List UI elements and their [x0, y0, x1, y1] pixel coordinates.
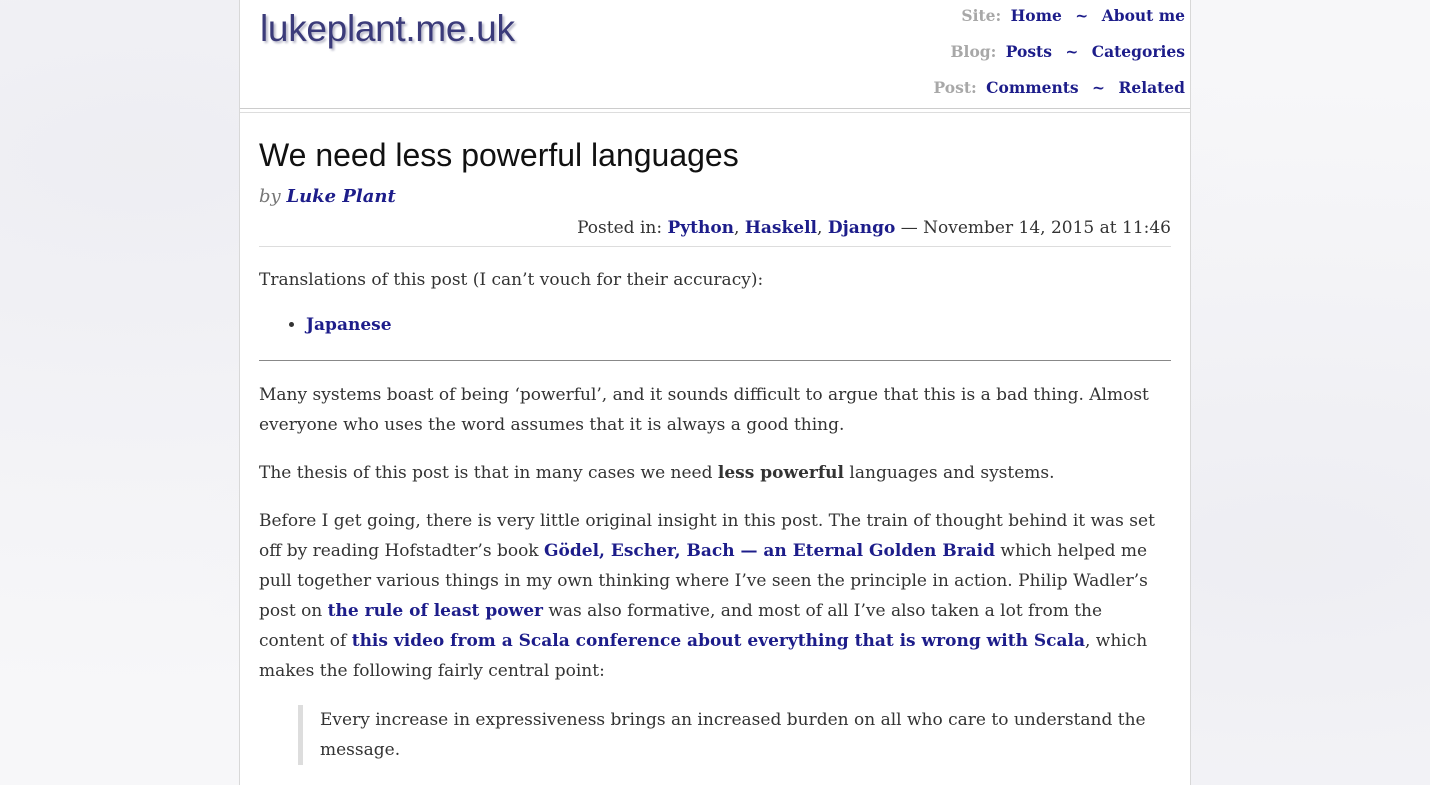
link-scala-video[interactable]: this video from a Scala conference about…: [352, 631, 1085, 651]
nav-row-blog: Blog: Posts ~ Categories: [934, 42, 1185, 78]
nav-link-related[interactable]: Related: [1118, 78, 1185, 97]
nav-separator: ~: [1065, 42, 1079, 61]
post-title: We need less powerful languages: [259, 137, 739, 173]
paragraph-3: Before I get going, there is very little…: [259, 506, 1171, 686]
nav-label-site: Site:: [961, 6, 1002, 25]
post-byline: by Luke Plant: [259, 185, 1171, 209]
category-comma: ,: [817, 218, 823, 238]
category-link-haskell[interactable]: Haskell: [745, 218, 817, 238]
content-divider: [259, 360, 1171, 361]
paragraph-text: languages and systems.: [844, 463, 1055, 483]
nav-link-categories[interactable]: Categories: [1092, 42, 1185, 61]
paragraph-2: The thesis of this post is that in many …: [259, 458, 1171, 488]
list-item: Japanese: [306, 313, 1171, 337]
nav-separator: ~: [1075, 6, 1089, 25]
link-geb-book[interactable]: Gödel, Escher, Bach — an Eternal Golden …: [544, 541, 995, 561]
nav-separator: ~: [1092, 78, 1106, 97]
translation-link-japanese[interactable]: Japanese: [306, 315, 392, 335]
post-content: We need less powerful languages by Luke …: [240, 135, 1190, 765]
nav-label-blog: Blog:: [950, 42, 997, 61]
emphasis-text: less powerful: [717, 463, 845, 483]
category-link-python[interactable]: Python: [667, 218, 734, 238]
nav-row-site: Site: Home ~ About me: [934, 6, 1185, 42]
blockquote: Every increase in expressiveness brings …: [298, 705, 1171, 765]
site-title-link[interactable]: lukeplant.me.uk: [260, 8, 515, 50]
nav-link-posts[interactable]: Posts: [1006, 42, 1052, 61]
site-header: lukeplant.me.uk Site: Home ~ About me Bl…: [240, 0, 1190, 109]
category-link-django[interactable]: Django: [828, 218, 896, 238]
paragraph-1: Many systems boast of being ‘powerful’, …: [259, 385, 1149, 435]
nav-link-about[interactable]: About me: [1102, 6, 1185, 25]
nav-link-home[interactable]: Home: [1011, 6, 1062, 25]
post-meta: Posted in: Python, Haskell, Django — Nov…: [259, 216, 1171, 247]
link-rule-of-least-power[interactable]: the rule of least power: [328, 601, 543, 621]
post-date: — November 14, 2015 at 11:46: [900, 218, 1171, 238]
paragraph-text: The thesis of this post is that in many …: [259, 463, 718, 483]
category-comma: ,: [734, 218, 740, 238]
nav-row-post: Post: Comments ~ Related: [934, 78, 1185, 114]
page-container: lukeplant.me.uk Site: Home ~ About me Bl…: [239, 0, 1191, 785]
nav-link-comments[interactable]: Comments: [986, 78, 1079, 97]
author-link[interactable]: Luke Plant: [286, 186, 395, 207]
translations-list: Japanese: [259, 313, 1171, 337]
posted-in-label: Posted in:: [577, 218, 663, 238]
site-navigation: Site: Home ~ About me Blog: Posts ~ Cate…: [934, 6, 1185, 114]
nav-label-post: Post:: [933, 78, 977, 97]
translations-intro: Translations of this post (I can’t vouch…: [259, 270, 764, 290]
quote-text: Every increase in expressiveness brings …: [320, 710, 1146, 760]
byline-by: by: [259, 186, 281, 207]
